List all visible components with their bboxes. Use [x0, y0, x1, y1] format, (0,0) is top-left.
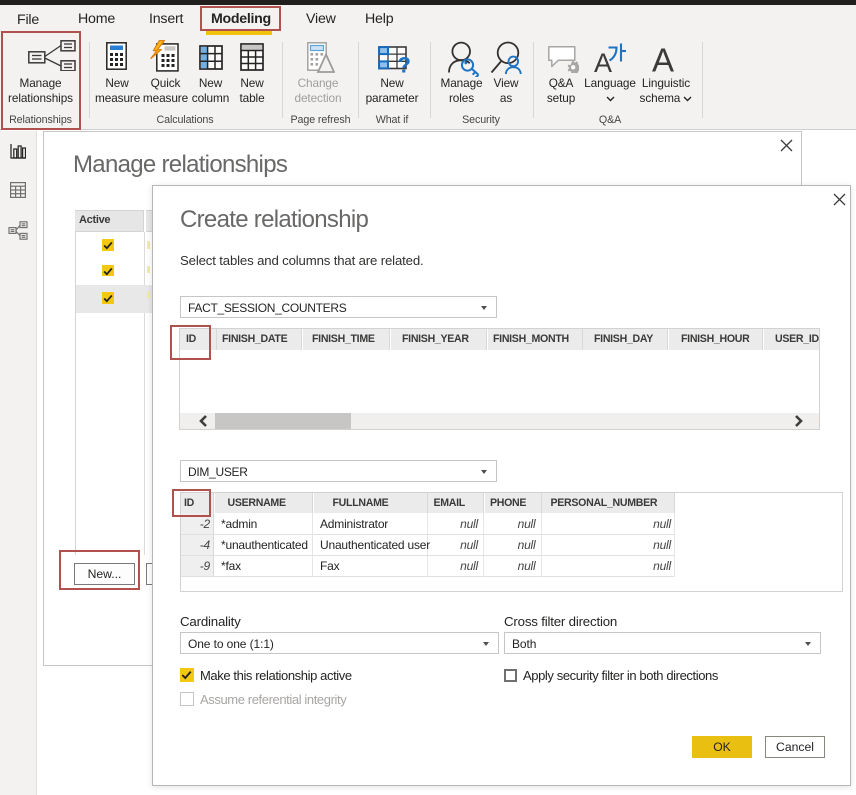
svg-text:A: A — [652, 42, 674, 74]
svg-text:?: ? — [398, 53, 411, 78]
svg-text:A: A — [594, 48, 612, 73]
